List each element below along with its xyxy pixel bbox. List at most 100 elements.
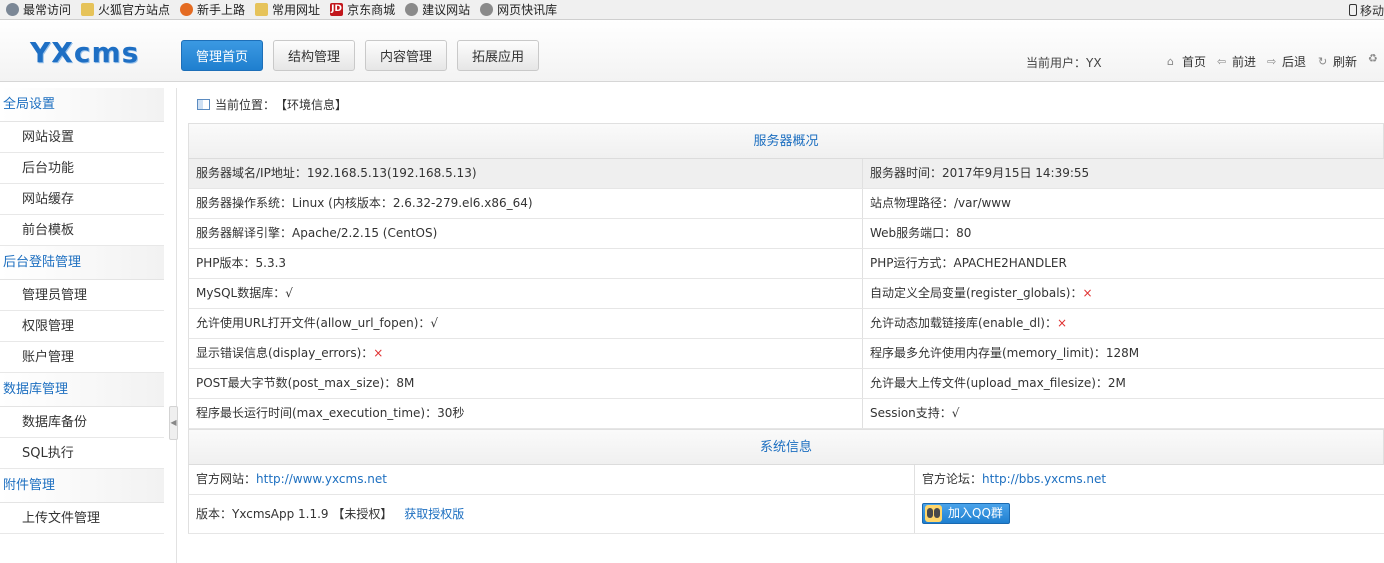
logo: YXcms xyxy=(30,36,140,69)
nav-content[interactable]: 内容管理 xyxy=(365,40,447,71)
join-qq-group-button[interactable]: 加入QQ群 xyxy=(922,503,1010,524)
cell-label: 允许最大上传文件(upload_max_filesize)： xyxy=(870,376,1108,390)
sidebar-group-database[interactable]: 数据库管理 xyxy=(0,373,164,407)
back-link[interactable]: ⇨ 后退 xyxy=(1267,53,1306,70)
cell-label: 服务器域名/IP地址： xyxy=(196,166,307,180)
nav-structure[interactable]: 结构管理 xyxy=(273,40,355,71)
bookmark-mobile[interactable]: 移动 xyxy=(1348,0,1384,20)
bookmark-label: 常用网址 xyxy=(272,3,321,17)
table-row: 服务器域名/IP地址：192.168.5.13(192.168.5.13) 服务器… xyxy=(188,159,1384,189)
refresh-link[interactable]: ↻ 刷新 xyxy=(1318,53,1357,70)
get-license-link[interactable]: 获取授权版 xyxy=(404,507,464,521)
cell-value: Linux (内核版本：2.6.32-279.el6.x86_64) xyxy=(292,196,533,210)
sidebar-item-site-cache[interactable]: 网站缓存 xyxy=(0,184,164,215)
nav-extensions[interactable]: 拓展应用 xyxy=(457,40,539,71)
sidebar-group-attachments[interactable]: 附件管理 xyxy=(0,469,164,503)
cell-value: × xyxy=(1082,286,1093,300)
forum-link[interactable]: http://bbs.yxcms.net xyxy=(982,472,1106,486)
sidebar-group-global[interactable]: 全局设置 xyxy=(0,88,164,122)
sidebar-collapse-handle[interactable]: ◀ xyxy=(169,406,178,440)
server-info-table: 服务器域名/IP地址：192.168.5.13(192.168.5.13) 服务器… xyxy=(188,159,1384,429)
folder-icon xyxy=(255,3,269,16)
table-cell: POST最大字节数(post_max_size)：8M xyxy=(189,369,863,398)
cell-value: 128M xyxy=(1105,346,1140,360)
cell-value: 30秒 xyxy=(437,406,465,420)
cell-value: × xyxy=(1057,316,1068,330)
sidebar-item-accounts[interactable]: 账户管理 xyxy=(0,342,164,373)
sidebar-item-frontend-template[interactable]: 前台模板 xyxy=(0,215,164,246)
cell-label: Web服务端口： xyxy=(870,226,957,240)
server-overview-title: 服务器概况 xyxy=(188,123,1384,159)
cell-value: √ xyxy=(285,286,293,300)
sidebar-item-sql-exec[interactable]: SQL执行 xyxy=(0,438,164,469)
cell-label: 自动定义全局变量(register_globals)： xyxy=(870,286,1083,300)
globe-icon xyxy=(480,3,494,16)
main-content: 服务器概况 服务器域名/IP地址：192.168.5.13(192.168.5.… xyxy=(188,123,1384,534)
table-cell: 服务器解译引擎：Apache/2.2.15 (CentOS) xyxy=(189,219,863,248)
table-cell: 允许动态加载链接库(enable_dl)：× xyxy=(863,309,1384,338)
cell-value: √ xyxy=(430,316,439,330)
sidebar-item-admin-features[interactable]: 后台功能 xyxy=(0,153,164,184)
bookmark-item[interactable]: 最常访问 xyxy=(6,0,71,20)
cell-value: √ xyxy=(951,406,960,420)
table-row: 服务器解译引擎：Apache/2.2.15 (CentOS) Web服务端口：80 xyxy=(188,219,1384,249)
forward-link[interactable]: ⇦ 前进 xyxy=(1217,53,1256,70)
sidebar-item-uploads[interactable]: 上传文件管理 xyxy=(0,503,164,534)
table-row: 显示错误信息(display_errors)：× 程序最多允许使用内存量(memo… xyxy=(188,339,1384,369)
cell-value: /var/www xyxy=(954,196,1011,210)
cell-label: 允许使用URL打开文件(allow_url_fopen)： xyxy=(196,316,431,330)
cell-value: 5.3.3 xyxy=(255,256,287,270)
settings-link[interactable]: ♻ xyxy=(1368,53,1383,64)
cell-value: × xyxy=(373,346,384,360)
table-row: PHP版本：5.3.3 PHP运行方式：APACHE2HANDLER xyxy=(188,249,1384,279)
sidebar-item-db-backup[interactable]: 数据库备份 xyxy=(0,407,164,438)
current-user: 当前用户：YX xyxy=(1026,56,1102,70)
bookmark-item[interactable]: 网页快讯库 xyxy=(480,0,557,20)
bookmark-item[interactable]: 火狐官方站点 xyxy=(81,0,170,20)
table-cell: MySQL数据库：√ xyxy=(189,279,863,308)
phone-icon xyxy=(1348,4,1357,16)
sidebar: 全局设置 网站设置 后台功能 网站缓存 前台模板 后台登陆管理 管理员管理 权限… xyxy=(0,88,164,563)
bookmark-item[interactable]: 新手上路 xyxy=(180,0,245,20)
sidebar-item-site-settings[interactable]: 网站设置 xyxy=(0,122,164,153)
sidebar-group-login[interactable]: 后台登陆管理 xyxy=(0,246,164,280)
gear-icon xyxy=(6,3,19,16)
cell-label: 程序最长运行时间(max_execution_time)： xyxy=(196,406,438,420)
bookmark-item[interactable]: 常用网址 xyxy=(255,0,320,20)
sidebar-item-permissions[interactable]: 权限管理 xyxy=(0,311,164,342)
bookmark-label: 网页快讯库 xyxy=(497,3,558,17)
home-link-label: 首页 xyxy=(1182,55,1207,69)
home-link[interactable]: ⌂ 首页 xyxy=(1167,53,1206,70)
cell-value: Apache/2.2.15 (CentOS) xyxy=(292,226,438,240)
firefox-icon xyxy=(180,3,194,16)
join-qq-group-label: 加入QQ群 xyxy=(948,506,1003,520)
cell-value: 192.168.5.13(192.168.5.13) xyxy=(306,166,477,180)
official-site-link[interactable]: http://www.yxcms.net xyxy=(256,472,387,486)
cell-label: POST最大字节数(post_max_size)： xyxy=(196,376,397,390)
home-icon: ⌂ xyxy=(1167,55,1174,68)
version-cell: 版本：YxcmsApp 1.1.9 【未授权】 获取授权版 xyxy=(189,495,915,533)
table-cell: Web服务端口：80 xyxy=(863,219,1384,248)
cell-label: 服务器操作系统： xyxy=(196,196,293,210)
breadcrumb-location: 【环境信息】 xyxy=(275,98,348,112)
recycle-icon: ♻ xyxy=(1368,52,1378,65)
table-cell: 显示错误信息(display_errors)：× xyxy=(189,339,863,368)
arrow-left-icon: ⇦ xyxy=(1217,55,1227,68)
table-cell: 服务器操作系统：Linux (内核版本：2.6.32-279.el6.x86_6… xyxy=(189,189,863,218)
breadcrumb-label: 当前位置： xyxy=(215,98,276,112)
qq-group-icon xyxy=(925,505,942,522)
table-cell: 站点物理路径：/var/www xyxy=(863,189,1384,218)
bookmark-item[interactable]: 建议网站 xyxy=(405,0,470,20)
bookmark-label: 火狐官方站点 xyxy=(98,3,171,17)
qq-cell: 加入QQ群 xyxy=(915,495,1384,533)
nav-admin-home[interactable]: 管理首页 xyxy=(181,40,263,71)
cell-label: 程序最多允许使用内存量(memory_limit)： xyxy=(870,346,1106,360)
table-cell: PHP版本：5.3.3 xyxy=(189,249,863,278)
cell-label: PHP版本： xyxy=(196,256,256,270)
cell-label: 服务器解译引擎： xyxy=(196,226,293,240)
sidebar-divider xyxy=(176,88,177,563)
table-row: 程序最长运行时间(max_execution_time)：30秒 Session支… xyxy=(188,399,1384,429)
cell-label: 站点物理路径： xyxy=(870,196,955,210)
sidebar-item-admins[interactable]: 管理员管理 xyxy=(0,280,164,311)
bookmark-item[interactable]: JD 京东商城 xyxy=(330,0,395,20)
